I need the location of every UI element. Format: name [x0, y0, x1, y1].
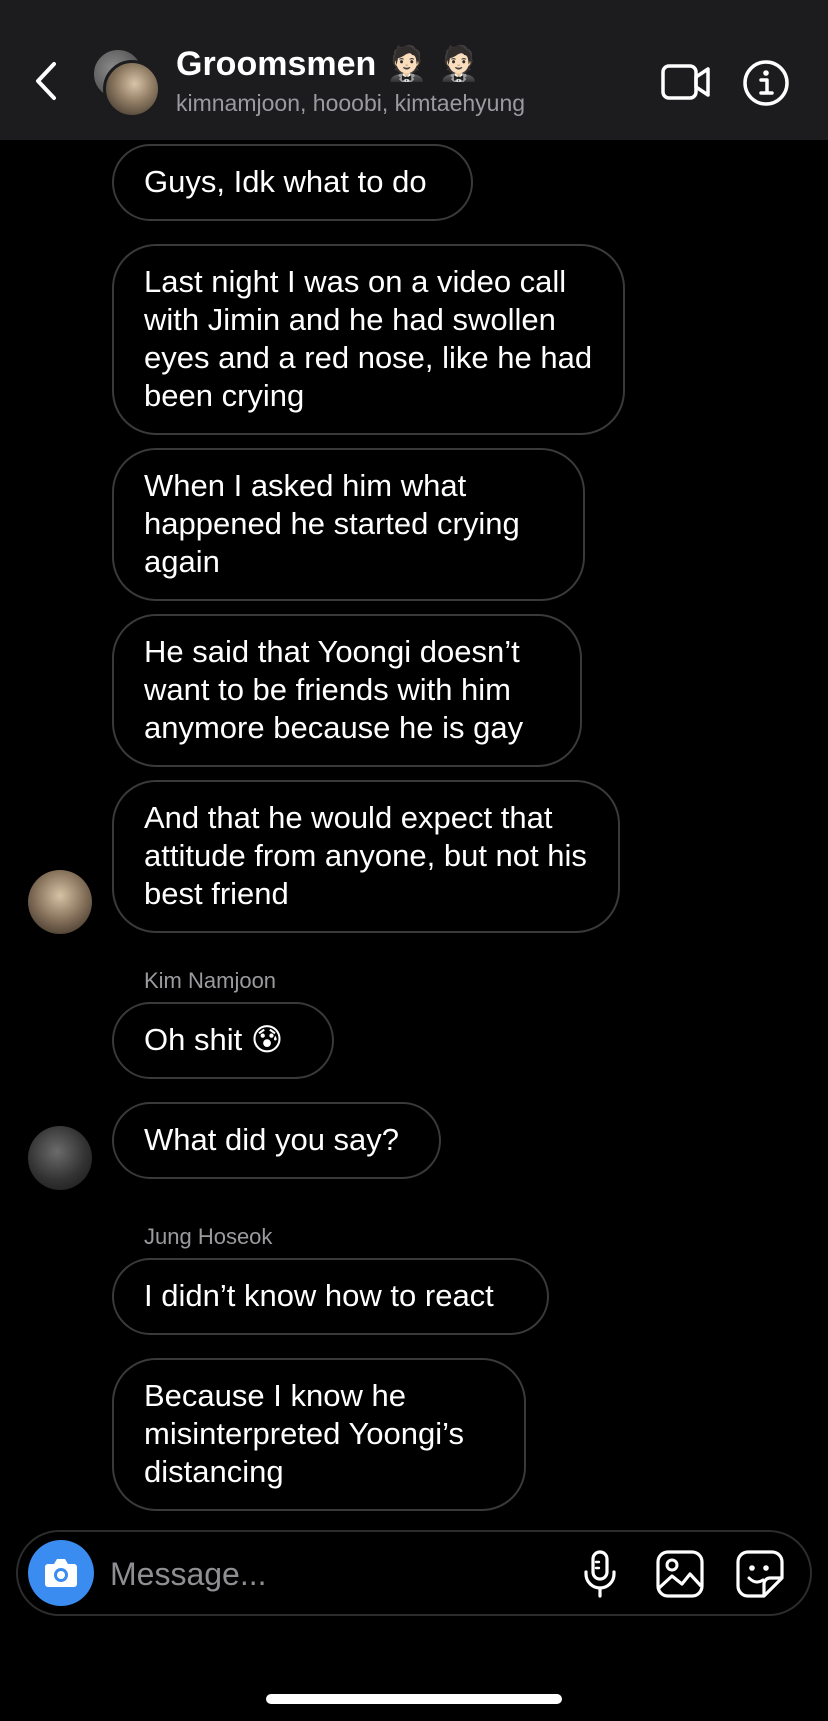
home-indicator[interactable]: [266, 1694, 562, 1704]
member-avatar: [103, 60, 161, 118]
chat-members[interactable]: kimnamjoon, hooobi, kimtaehyung: [176, 90, 525, 117]
message-bubble[interactable]: Last night I was on a video call with Ji…: [112, 244, 625, 435]
sender-avatar[interactable]: [28, 870, 92, 934]
message-composer: [16, 1530, 812, 1616]
image-icon: [656, 1550, 704, 1598]
chat-title[interactable]: Groomsmen 🤵🏻 🤵🏻: [176, 44, 480, 84]
message-input[interactable]: [108, 1546, 572, 1602]
sender-name: Jung Hoseok: [144, 1224, 273, 1249]
message-bubble[interactable]: When I asked him what happened he starte…: [112, 448, 585, 601]
voice-message-button[interactable]: [574, 1548, 626, 1600]
sticker-icon: [736, 1550, 784, 1598]
chevron-left-icon: [36, 62, 56, 100]
message-bubble[interactable]: Because I know he misinterpreted Yoongi’…: [112, 1358, 526, 1511]
video-camera-icon: [661, 64, 710, 100]
gallery-button[interactable]: [654, 1548, 706, 1600]
camera-button[interactable]: [28, 1540, 94, 1606]
message-bubble[interactable]: What did you say?: [112, 1102, 441, 1179]
message-bubble[interactable]: I didn’t know how to react: [112, 1258, 549, 1335]
message-bubble[interactable]: And that he would expect that attitude f…: [112, 780, 620, 933]
microphone-icon: [584, 1550, 616, 1598]
info-button[interactable]: [741, 58, 791, 108]
chat-header: Groomsmen 🤵🏻 🤵🏻 kimnamjoon, hooobi, kimt…: [0, 0, 828, 140]
sender-name: Kim Namjoon: [144, 968, 277, 993]
message-bubble[interactable]: Oh shit 😰: [112, 1002, 334, 1079]
sender-avatar[interactable]: [28, 1126, 92, 1190]
back-button[interactable]: [26, 56, 66, 106]
camera-icon: [45, 1559, 77, 1587]
group-avatar[interactable]: [92, 48, 161, 118]
sticker-button[interactable]: [734, 1548, 786, 1600]
info-icon: [743, 60, 789, 106]
message-bubble[interactable]: He said that Yoongi doesn’t want to be f…: [112, 614, 582, 767]
video-call-button[interactable]: [660, 58, 712, 106]
message-bubble[interactable]: Guys, Idk what to do: [112, 144, 473, 221]
